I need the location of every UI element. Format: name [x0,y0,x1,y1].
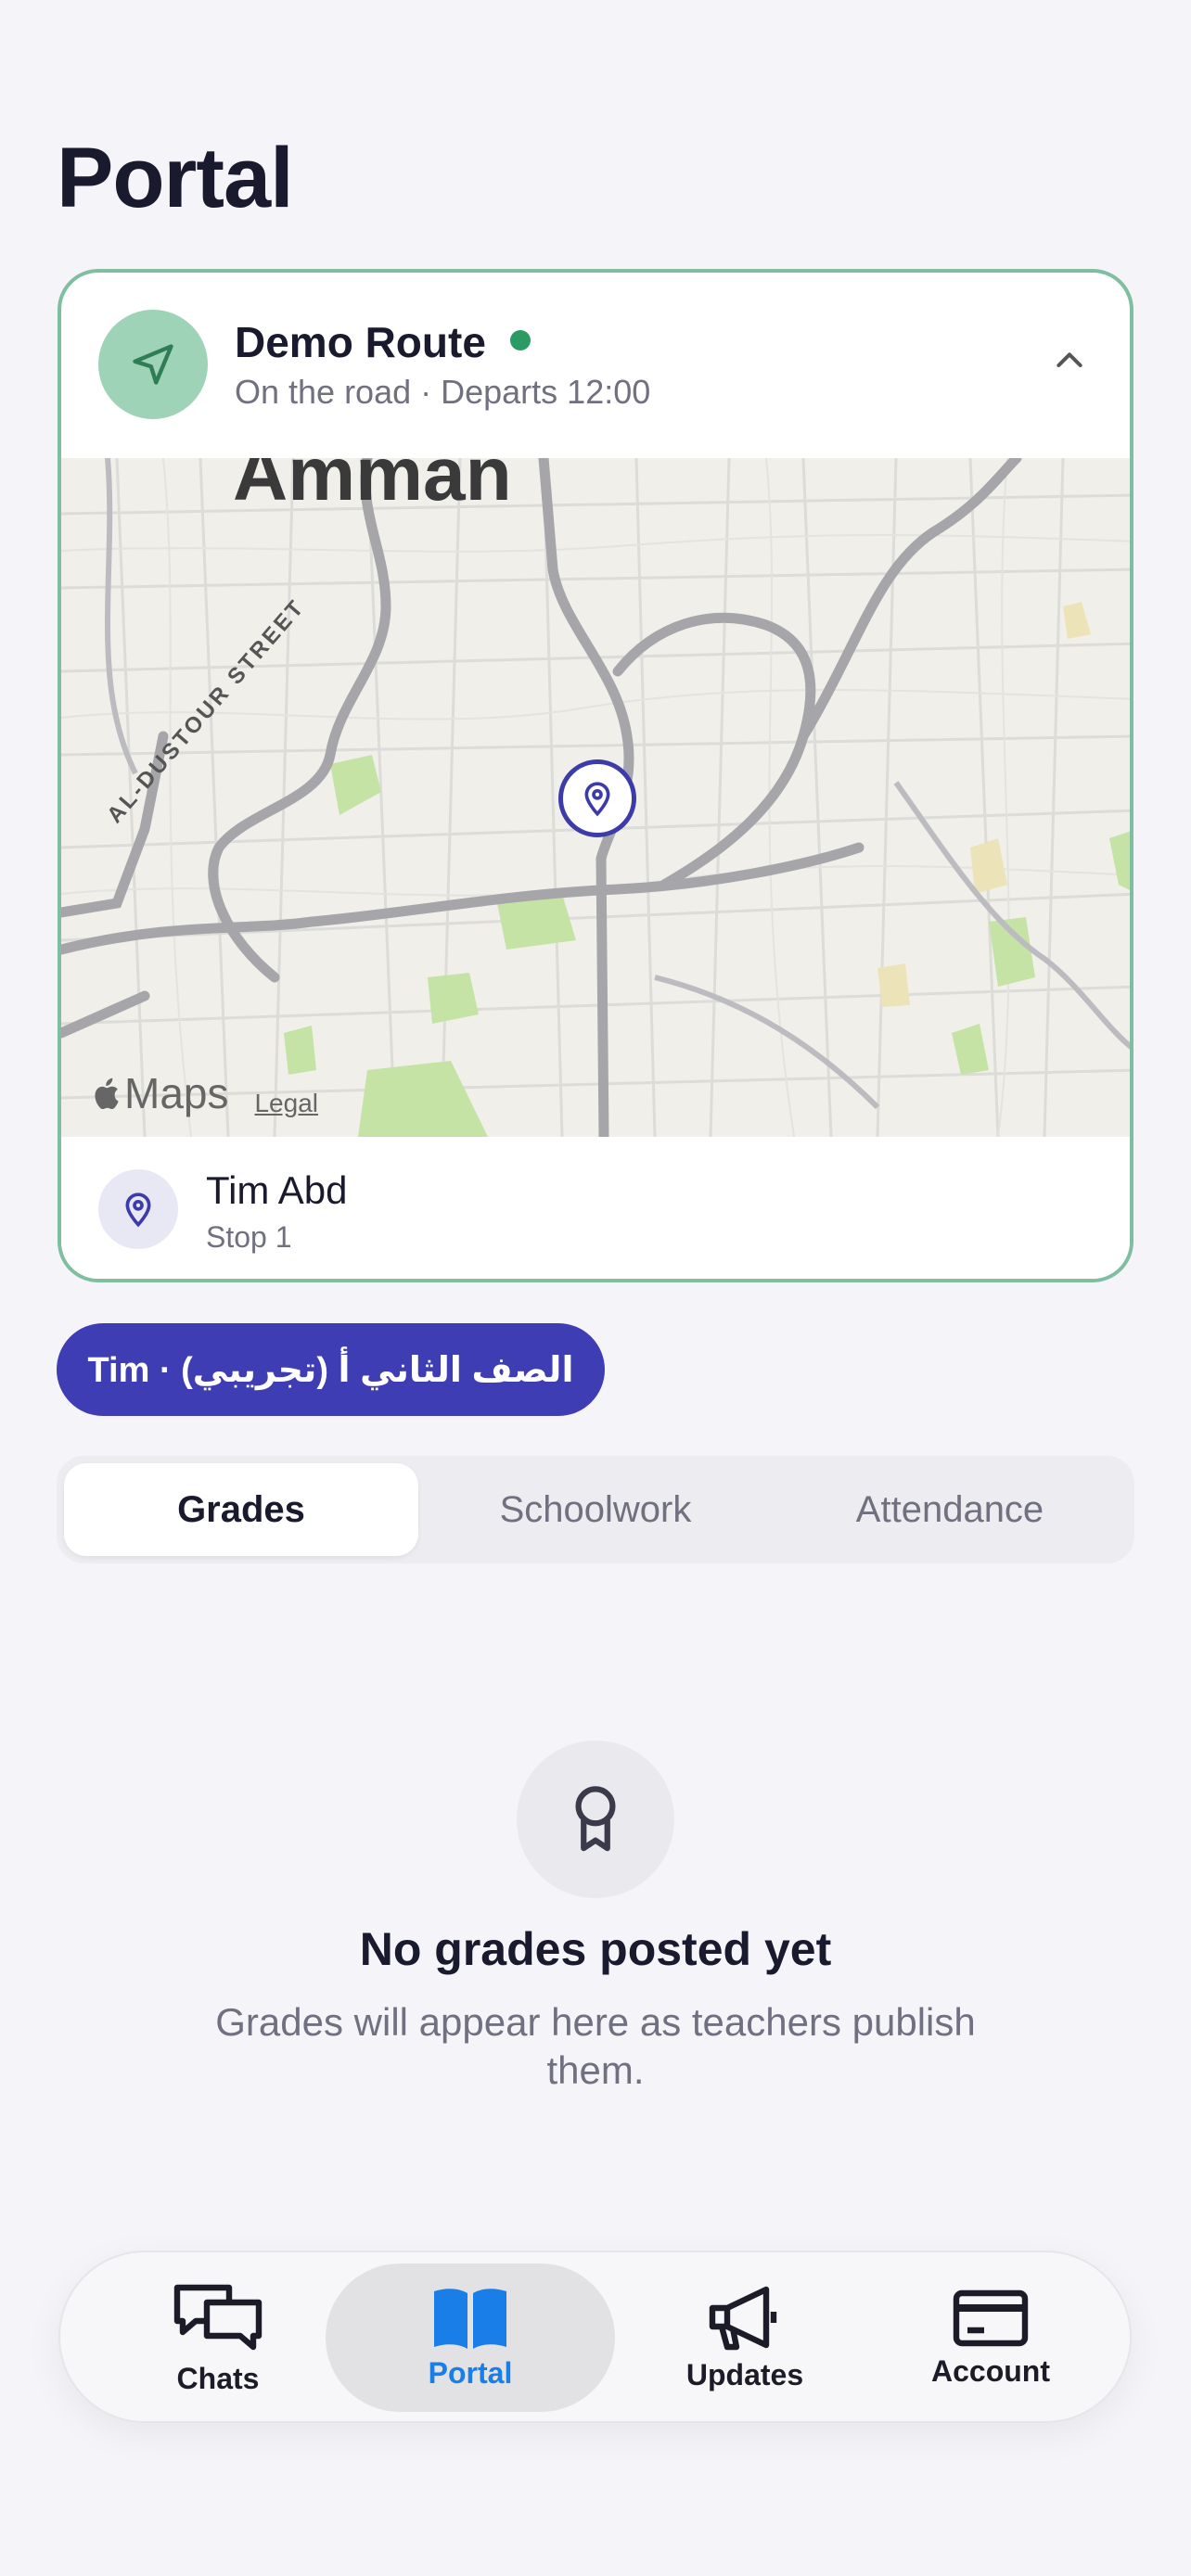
map-attribution: Maps Legal [89,1068,318,1118]
nav-updates-label: Updates [685,2357,804,2391]
map-city-label: Amman [233,458,512,516]
stop-row[interactable]: Tim Abd Stop 1 [61,1137,1130,1279]
route-map[interactable]: Amman AL-DUSTOUR STREET Maps Legal [61,458,1130,1137]
nav-chats-label: Chats [176,2361,260,2395]
location-pin-icon [584,782,610,817]
nav-chats[interactable]: Chats [116,2264,320,2412]
navigation-arrow-icon [98,310,208,419]
book-open-icon [434,2288,506,2349]
nav-portal-label: Portal [428,2355,513,2390]
student-selector[interactable]: Tim · الصف الثاني أ (تجريبي) [57,1323,605,1416]
chevron-up-icon [1057,352,1082,367]
bottom-tab-bar: Chats Portal Updates Account [58,2251,1132,2423]
live-status-dot [510,330,531,351]
award-ribbon-icon [517,1741,674,1898]
route-name: Demo Route [235,318,486,366]
megaphone-icon [709,2286,777,2350]
nav-account-label: Account [931,2353,1050,2388]
tab-attendance[interactable]: Attendance [773,1463,1127,1556]
maps-label: Maps [124,1069,229,1117]
empty-state-text: Grades will appear here as teachers publ… [215,2000,976,2092]
route-header[interactable]: Demo Route On the road · Departs 12:00 [61,273,1130,458]
tab-schoolwork[interactable]: Schoolwork [418,1463,773,1556]
collapse-button[interactable] [1037,328,1102,393]
portal-tabs: Grades Schoolwork Attendance [57,1456,1134,1563]
route-status: On the road · Departs 12:00 [235,373,651,411]
apple-icon [95,1078,119,1110]
route-card[interactable]: Demo Route On the road · Departs 12:00 A… [58,269,1133,1282]
nav-account[interactable]: Account [875,2264,1107,2412]
stop-name: Tim Abd [206,1168,348,1212]
legal-link[interactable]: Legal [254,1089,318,1118]
page-title: Portal [57,131,294,225]
chat-bubbles-icon [173,2284,263,2350]
card-icon [953,2289,1029,2346]
stop-label: Stop 1 [206,1220,292,1254]
nav-portal[interactable]: Portal [326,2264,615,2412]
current-location-pin[interactable] [558,759,636,837]
empty-state-title: No grades posted yet [359,1923,832,1975]
student-label: Tim · الصف الثاني أ (تجريبي) [87,1350,574,1390]
nav-updates[interactable]: Updates [621,2264,869,2412]
apple-maps-logo: Maps [89,1068,228,1118]
stop-pin-icon [98,1169,178,1249]
tab-grades[interactable]: Grades [64,1463,418,1556]
